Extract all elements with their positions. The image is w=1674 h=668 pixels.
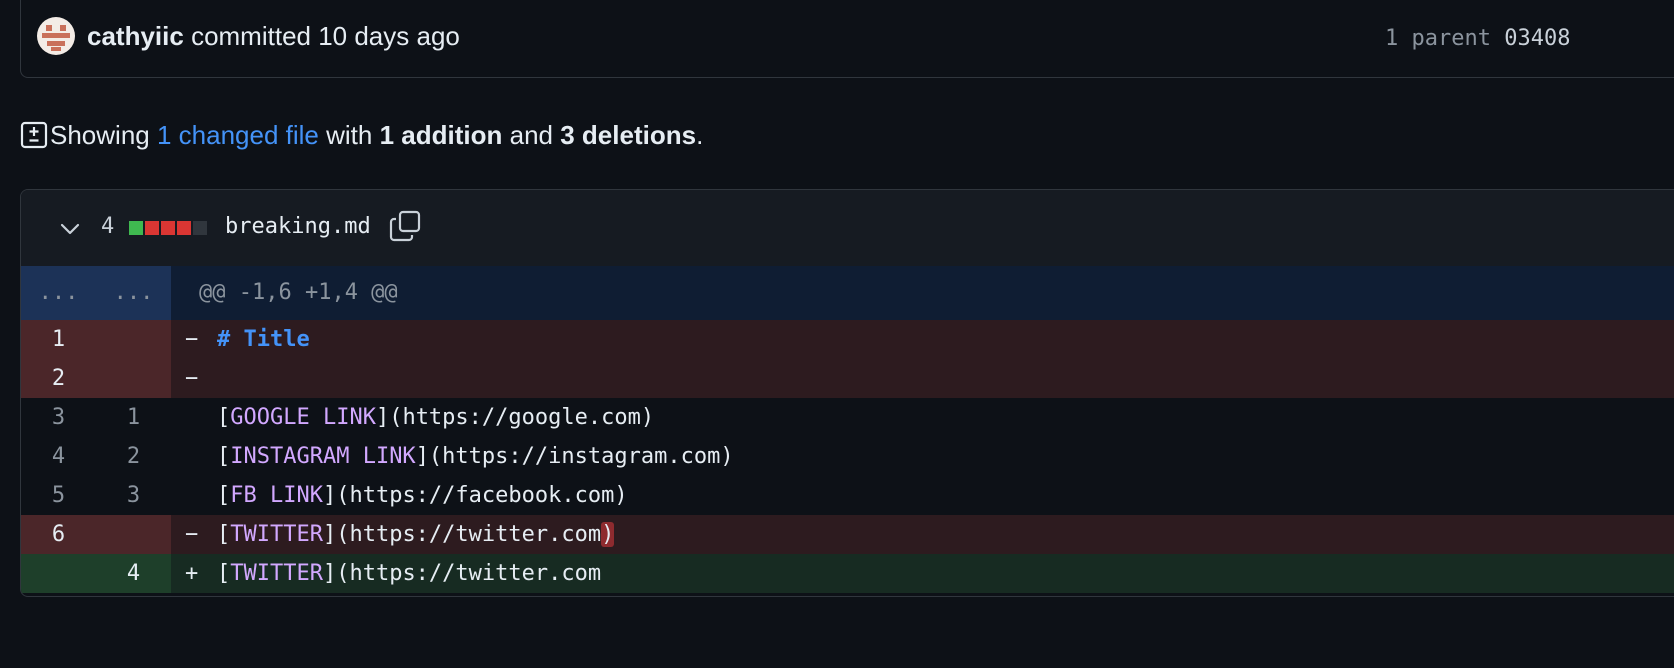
- diff-line: 6 − [TWITTER](https://twitter.com): [21, 515, 1674, 554]
- deletions-count: 3 deletions: [560, 119, 697, 150]
- diff-line: 4 + [TWITTER](https://twitter.com: [21, 554, 1674, 593]
- code-url: ](https://facebook.com): [322, 483, 628, 508]
- diff-line: 2−: [21, 359, 1674, 398]
- code-text: [GOOGLE LINK](https://google.com): [217, 398, 654, 437]
- diff-table: ... ... @@ -1,6 +1,4 @@ 1− # Title 2−3 1 [GO…: [21, 266, 1674, 593]
- diff-sign: −: [185, 366, 199, 391]
- code-bracket-open: [: [217, 444, 231, 469]
- code-bracket-open: [: [217, 483, 231, 508]
- new-line-number[interactable]: [96, 320, 171, 359]
- code-bracket-open: [: [217, 405, 231, 430]
- code-removed-char: ): [601, 522, 615, 547]
- code-link-label: GOOGLE LINK: [230, 405, 376, 430]
- code-text: # Title: [217, 320, 310, 359]
- commit-time: committed 10 days ago: [191, 21, 460, 51]
- expand-down[interactable]: ...: [96, 266, 171, 320]
- summary-and: and: [509, 119, 553, 150]
- diff-line: 3 1 [GOOGLE LINK](https://google.com): [21, 398, 1674, 437]
- code-link-label: TWITTER: [230, 522, 323, 547]
- diff-line: 4 2 [INSTAGRAM LINK](https://instagram.com…: [21, 437, 1674, 476]
- copy-icon[interactable]: [389, 210, 421, 242]
- old-line-number[interactable]: [21, 554, 96, 593]
- code-url: ](https://twitter.com: [322, 522, 602, 547]
- code-bracket-open: [: [217, 522, 231, 547]
- old-line-number[interactable]: 2: [21, 359, 96, 398]
- commit-header: cathyiic committed 10 days ago 1 parent …: [20, 0, 1674, 78]
- code-text: [TWITTER](https://twitter.com): [217, 515, 615, 554]
- additions-count: 1 addition: [379, 119, 503, 150]
- file-name[interactable]: breaking.md: [225, 214, 371, 239]
- old-line-number[interactable]: 1: [21, 320, 96, 359]
- code-link-label: FB LINK: [230, 483, 323, 508]
- diff-summary: Showing 1 changed file with 1 addition a…: [20, 118, 703, 152]
- diffstat-block: [129, 221, 143, 235]
- changed-files-link[interactable]: 1 changed file: [157, 120, 319, 151]
- code-text: [TWITTER](https://twitter.com: [217, 554, 601, 593]
- diffstat-block: [177, 221, 191, 235]
- diffstat-block: [193, 221, 207, 235]
- old-line-number[interactable]: 6: [21, 515, 96, 554]
- chevron-down-icon[interactable]: [59, 220, 81, 238]
- commit-meta: cathyiic committed 10 days ago: [87, 21, 460, 52]
- commit-author[interactable]: cathyiic: [87, 21, 184, 51]
- code-bracket-open: [: [217, 561, 231, 586]
- summary-prefix: Showing: [50, 119, 150, 150]
- hunk-header: ... ... @@ -1,6 +1,4 @@: [21, 266, 1674, 320]
- parent-label: 1 parent: [1385, 26, 1491, 51]
- new-line-number[interactable]: 1: [96, 398, 171, 437]
- parent-info: 1 parent 03408: [1385, 26, 1570, 51]
- new-line-number[interactable]: 2: [96, 437, 171, 476]
- diff-sign: −: [185, 522, 199, 547]
- old-line-number[interactable]: 4: [21, 437, 96, 476]
- code-text: [FB LINK](https://facebook.com): [217, 476, 628, 515]
- old-line-number[interactable]: 3: [21, 398, 96, 437]
- new-line-number[interactable]: 3: [96, 476, 171, 515]
- diffstat-blocks: [129, 221, 207, 235]
- code-text: [INSTAGRAM LINK](https://instagram.com): [217, 437, 734, 476]
- code-link-label: # Title: [217, 327, 310, 352]
- diff-line: 5 3 [FB LINK](https://facebook.com): [21, 476, 1674, 515]
- summary-suffix: .: [696, 119, 704, 150]
- code-link-label: TWITTER: [230, 561, 323, 586]
- expand-up[interactable]: ...: [21, 266, 96, 320]
- summary-with: with: [326, 119, 373, 150]
- old-line-number[interactable]: 5: [21, 476, 96, 515]
- diff-sign: +: [185, 561, 199, 586]
- code-url: ](https://twitter.com: [322, 561, 602, 586]
- diff-line: 1 − # Title: [21, 320, 1674, 359]
- new-line-number[interactable]: 4: [96, 554, 171, 593]
- file-diff-icon: [20, 121, 48, 149]
- code-url: ](https://instagram.com): [415, 444, 734, 469]
- hunk-text: @@ -1,6 +1,4 @@: [199, 280, 398, 305]
- avatar[interactable]: [37, 17, 75, 55]
- change-count: 4: [101, 214, 115, 239]
- code-url: ](https://google.com): [375, 405, 655, 430]
- diffstat-block: [145, 221, 159, 235]
- diffstat-block: [161, 221, 175, 235]
- new-line-number[interactable]: [96, 359, 171, 398]
- file-header: 4 breaking.md: [21, 190, 1674, 267]
- parent-sha[interactable]: 03408: [1504, 26, 1570, 51]
- diff-sign: −: [185, 327, 199, 352]
- file-diff: 4 breaking.md ... ... @@ -1,6 +1,4 @@ 1−…: [20, 189, 1674, 597]
- code-link-label: INSTAGRAM LINK: [230, 444, 416, 469]
- new-line-number[interactable]: [96, 515, 171, 554]
